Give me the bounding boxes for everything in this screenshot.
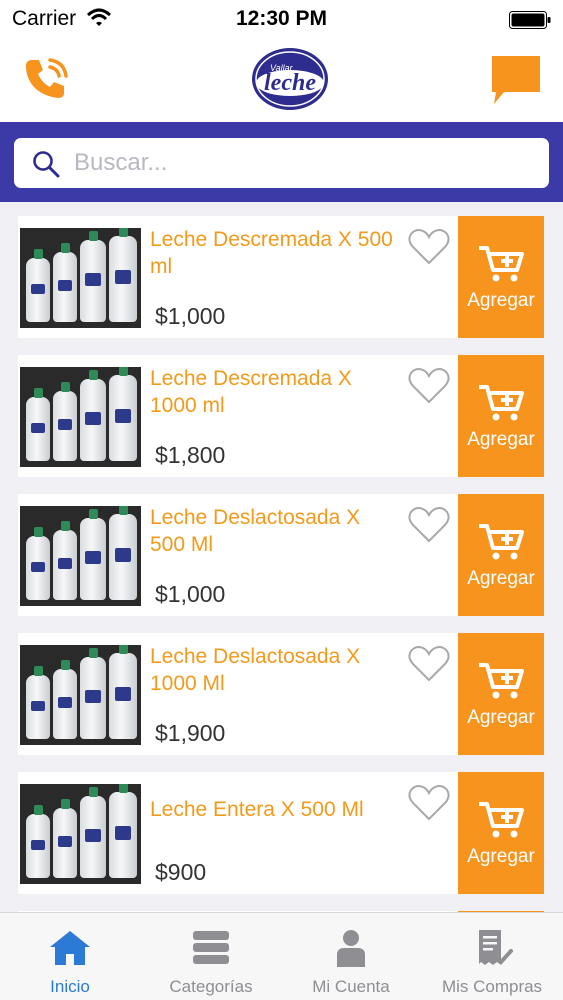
add-to-cart-button[interactable]: Agregar: [458, 772, 544, 894]
product-name: Leche Deslactosada X 500 Ml: [150, 506, 361, 556]
status-bar: Carrier 12:30 PM: [0, 0, 563, 40]
product-card[interactable]: Leche Descremada X 1000 ml $1,800 Agrega…: [18, 355, 544, 477]
search-box[interactable]: [14, 138, 549, 188]
home-icon: [50, 931, 90, 965]
product-price: $1,800: [155, 442, 226, 468]
tab-inicio[interactable]: Inicio: [0, 913, 140, 1000]
product-image: [20, 645, 141, 745]
product-price: $1,000: [155, 303, 226, 329]
search-icon: [33, 151, 60, 178]
cart-icon: [479, 663, 524, 699]
add-to-cart-button[interactable]: Agregar: [458, 494, 544, 616]
product-image: [20, 367, 141, 467]
product-price: $900: [155, 859, 207, 885]
tab-mis-compras[interactable]: Mis Compras: [422, 913, 562, 1000]
cart-icon: [479, 246, 524, 282]
tab-label: Inicio: [50, 977, 90, 996]
product-card[interactable]: Leche Descremada X 500 ml $1,000 Agregar: [18, 216, 544, 338]
product-price: $1,900: [155, 720, 226, 746]
add-to-cart-button[interactable]: Agregar: [458, 216, 544, 338]
logo-text: leche: [264, 70, 316, 96]
product-image: [20, 784, 141, 884]
nav-bar: Vallar leche: [0, 40, 563, 122]
tab-label: Mis Compras: [441, 977, 543, 996]
tab-label: Categorías: [169, 977, 253, 996]
tab-bar: Inicio Categorías Mi Cuenta Mis Compras: [0, 912, 563, 1000]
battery-icon: [509, 11, 551, 29]
brand-logo[interactable]: Vallar leche: [248, 45, 332, 113]
product-list[interactable]: Leche Descremada X 500 ml $1,000 Agregar…: [0, 202, 563, 912]
add-button-label: Agregar: [467, 290, 535, 311]
tab-mi-cuenta[interactable]: Mi Cuenta: [281, 913, 421, 1000]
tab-label: Mi Cuenta: [312, 977, 390, 996]
add-button-label: Agregar: [467, 568, 535, 589]
product-card[interactable]: Leche Deslactosada X 1000 Ml $1,900 Agre…: [18, 633, 544, 755]
cart-icon: [479, 524, 524, 560]
user-icon: [337, 930, 365, 967]
product-image: [20, 228, 141, 328]
list-icon: [193, 931, 229, 964]
receipt-icon: [479, 930, 513, 965]
search-band: [0, 122, 563, 202]
add-to-cart-button[interactable]: Agregar: [458, 355, 544, 477]
product-name: Leche Descremada X 1000 ml: [150, 367, 352, 417]
chat-icon[interactable]: [488, 52, 544, 108]
product-image: [20, 506, 141, 606]
cart-icon: [479, 802, 524, 838]
phone-icon[interactable]: [20, 52, 72, 104]
product-name: Leche Entera X 500 Ml: [150, 798, 364, 821]
product-card[interactable]: Leche Deslactosada X 500 Ml $1,000 Agreg…: [18, 494, 544, 616]
product-price: $1,000: [155, 581, 226, 607]
product-name: Leche Descremada X 500 ml: [150, 228, 393, 278]
add-button-label: Agregar: [467, 846, 535, 867]
product-card[interactable]: Leche Entera X 500 Ml $900 Agregar: [18, 772, 544, 894]
heart-icon[interactable]: [406, 504, 452, 544]
add-to-cart-button[interactable]: Agregar: [458, 633, 544, 755]
heart-icon[interactable]: [406, 643, 452, 683]
heart-icon[interactable]: [406, 365, 452, 405]
search-input[interactable]: [74, 138, 534, 188]
cart-icon: [479, 385, 524, 421]
heart-icon[interactable]: [406, 782, 452, 822]
add-button-label: Agregar: [467, 429, 535, 450]
product-name: Leche Deslactosada X 1000 Ml: [150, 645, 361, 695]
tab-categorias[interactable]: Categorías: [141, 913, 281, 1000]
heart-icon[interactable]: [406, 226, 452, 266]
add-button-label: Agregar: [467, 707, 535, 728]
status-time: 12:30 PM: [235, 7, 328, 30]
